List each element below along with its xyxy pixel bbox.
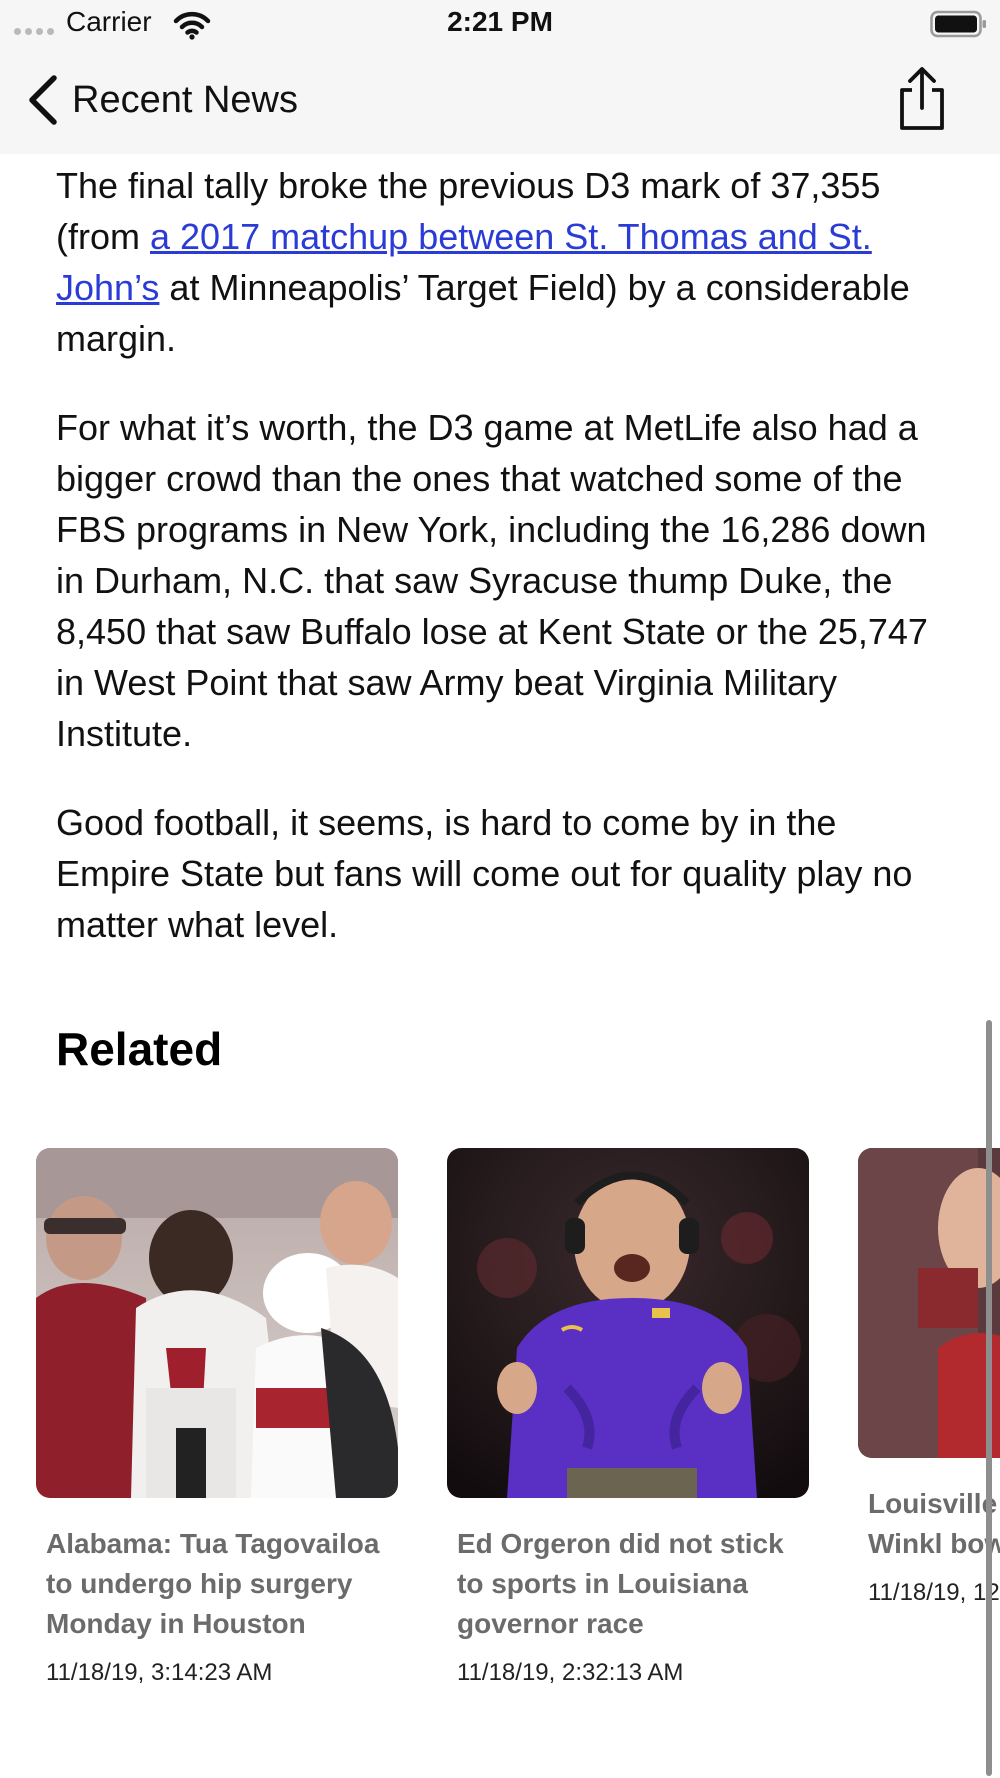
status-bar: Carrier 2:21 PM [0, 0, 1000, 48]
article-paragraph: For what it’s worth, the D3 game at MetL… [56, 407, 928, 754]
related-card[interactable]: Ed Orgeron did not stick to sports in Lo… [447, 1148, 809, 1690]
related-card-date: 11/18/19, 2:32:13 AM [457, 1659, 684, 1686]
status-time: 2:21 PM [447, 6, 553, 37]
navigation-bar: Recent News [0, 48, 1000, 154]
related-card-image [36, 1148, 398, 1498]
back-button[interactable]: Recent News [26, 74, 298, 126]
related-heading: Related [56, 1023, 223, 1075]
share-icon[interactable] [896, 66, 948, 132]
vertical-scrollbar[interactable] [986, 1020, 992, 1776]
related-card-date: 11/18/19, 3:14:23 AM [46, 1659, 273, 1686]
related-card-title: Alabama: Tua Tagovailoa to undergo hip s… [46, 1528, 380, 1639]
article-paragraph: Good football, it seems, is hard to come… [56, 802, 913, 945]
article-paragraph: The final tally broke the previous D3 ma… [56, 160, 956, 364]
related-card-image [858, 1148, 1000, 1458]
related-card-image [447, 1148, 809, 1498]
paragraph-text: at Minneapolis’ Target Field) by a consi… [56, 267, 910, 359]
related-card[interactable]: Louisville mask, brea van Winkl bowl ber… [858, 1148, 1000, 1610]
battery-icon [930, 10, 986, 38]
related-card[interactable]: Alabama: Tua Tagovailoa to undergo hip s… [36, 1148, 398, 1690]
related-card-date: 11/18/19, 12 [868, 1579, 1000, 1606]
related-card-title: Louisville mask, brea van Winkl bowl ber… [868, 1488, 1000, 1559]
chevron-left-icon [29, 75, 57, 125]
related-card-title: Ed Orgeron did not stick to sports in Lo… [457, 1528, 784, 1639]
back-button-label: Recent News [72, 79, 298, 121]
screen: Carrier 2:21 PM Recent News The final ta… [0, 0, 1000, 1778]
article-body: The final tally broke the previous D3 ma… [56, 160, 956, 988]
